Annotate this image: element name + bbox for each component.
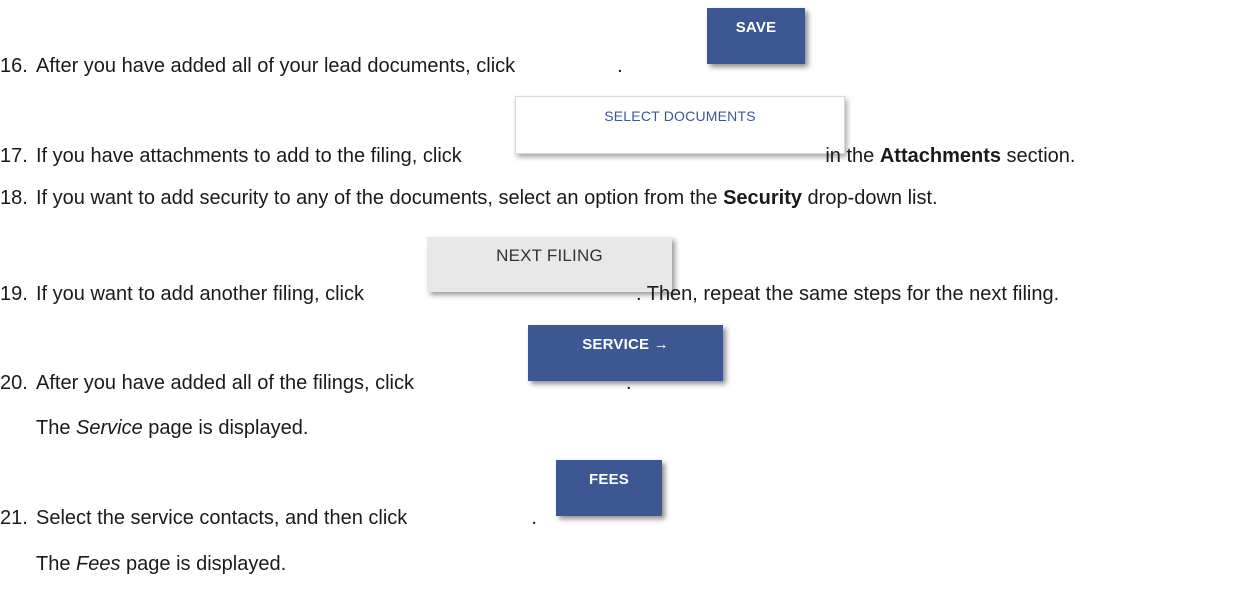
step-text: If you want to add security to any of th… [36,187,724,209]
step-number: 20. [0,372,28,394]
step-text: After you have added all of the filings,… [36,372,414,394]
step-text-end: section. [1000,145,1076,167]
fees-button[interactable]: FEES [556,460,662,516]
step-number: 21. [0,507,28,529]
step-16: 16. After you have added all of your lead… [0,54,623,78]
attachments-label: Attachments [879,145,1001,167]
step-19: 19. If you want to add another filing, cl… [0,282,1059,306]
fees-page-name: Fees [76,553,121,575]
step-text-after: . [531,507,537,529]
step-text-after: drop-down list. [802,187,938,209]
step-number: 18. [0,187,28,209]
step-18: 18. If you want to add security to any of… [0,186,938,210]
step-text-after: . [626,372,632,394]
step-text-after: . Then, repeat the same steps for the ne… [635,283,1060,305]
step-text-after: . [617,55,623,77]
step-21: 21. Select the service contacts, and then… [0,506,537,530]
service-note: The Service page is displayed. [36,417,309,439]
step-17: 17. If you have attachments to add to the… [0,144,1075,168]
step-number: 16. [0,55,28,77]
step-text: If you want to add another filing, click [36,283,364,305]
step-number: 19. [0,283,28,305]
step-text: If you have attachments to add to the fi… [36,145,462,167]
step-text: Select the service contacts, and then cl… [36,507,408,529]
fees-note: The Fees page is displayed. [36,553,287,575]
step-text-after: in the [819,145,880,167]
security-label: Security [723,187,802,209]
step-20: 20. After you have added all of the filin… [0,371,632,395]
save-button[interactable]: SAVE [707,8,805,64]
step-text: After you have added all of your lead do… [36,55,516,77]
step-number: 17. [0,145,28,167]
service-page-name: Service [76,417,143,439]
